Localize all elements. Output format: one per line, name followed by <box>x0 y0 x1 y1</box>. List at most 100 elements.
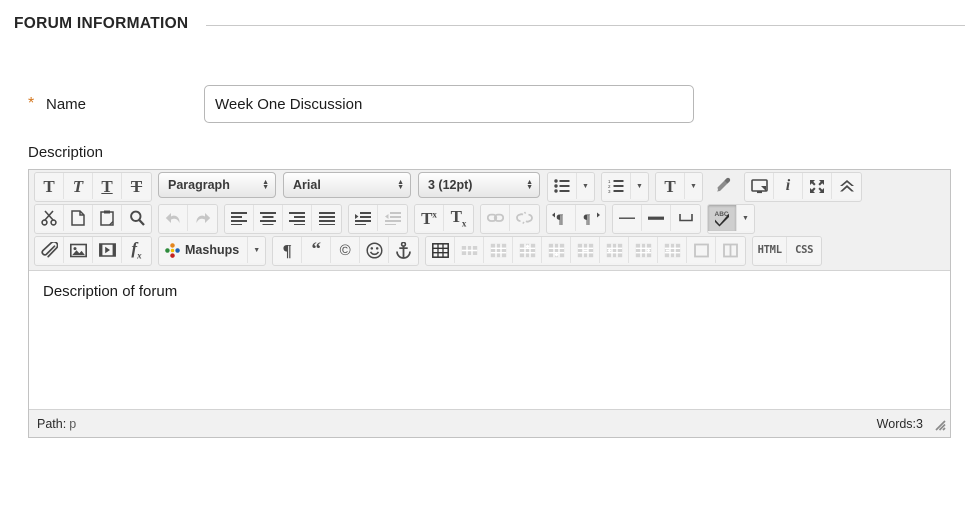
font-family-value: Arial <box>293 178 329 192</box>
word-count: Words:3 <box>877 417 932 431</box>
insert-media-button[interactable] <box>93 237 122 263</box>
element-path: Path:p <box>37 417 76 431</box>
subscript-button[interactable]: Tx <box>444 205 473 231</box>
spellcheck-button[interactable]: ABC <box>708 205 737 231</box>
resize-grip-handle[interactable] <box>932 417 946 431</box>
mashups-options-button[interactable]: ▼ <box>248 237 265 263</box>
chevron-down-icon: ▼ <box>742 215 749 222</box>
ordered-list-options-button[interactable]: ▼ <box>631 173 648 199</box>
highlighter-icon <box>715 177 733 193</box>
svg-text:¶: ¶ <box>556 213 564 226</box>
anchor-button[interactable] <box>389 237 418 263</box>
quote-icon: “ <box>311 245 321 255</box>
delete-row-button[interactable] <box>571 237 600 263</box>
superscript-button[interactable]: Tx <box>415 205 444 231</box>
strikethrough-button[interactable]: T <box>122 173 151 199</box>
show-blocks-button[interactable]: ¶ <box>273 237 302 263</box>
italic-button[interactable]: T <box>64 173 93 199</box>
paste-button[interactable] <box>93 205 122 231</box>
info-icon: i <box>786 178 790 194</box>
preview-screen-button[interactable] <box>745 173 774 199</box>
insert-row-before-button[interactable] <box>513 237 542 263</box>
undo-button[interactable] <box>159 205 188 231</box>
rtl-paragraph-button[interactable]: ¶ <box>576 205 605 231</box>
underline-icon: T <box>101 178 112 195</box>
highlighter-button[interactable] <box>709 172 738 198</box>
copyright-button[interactable]: © <box>331 237 360 263</box>
emoticon-button[interactable] <box>360 237 389 263</box>
path-label: Path: <box>37 417 66 431</box>
css-source-button[interactable]: CSS <box>787 237 821 263</box>
blockquote-button[interactable]: “ <box>302 237 331 263</box>
collapse-toolbar-button[interactable] <box>832 173 861 199</box>
indent-button[interactable] <box>349 205 378 231</box>
text-color-button[interactable]: T <box>656 173 685 199</box>
horizontal-rule-thick-button[interactable] <box>642 205 671 231</box>
mashups-label: Mashups <box>185 243 239 257</box>
delete-column-button[interactable] <box>658 237 687 263</box>
info-button[interactable]: i <box>774 173 803 199</box>
outdent-button[interactable] <box>378 205 407 231</box>
formula-fx-icon: fx <box>131 240 141 260</box>
ltr-paragraph-button[interactable]: ¶ <box>547 205 576 231</box>
status-right-group: Words:3 <box>877 417 946 431</box>
merge-cells-button[interactable] <box>687 237 716 263</box>
chevron-down-icon: ▼ <box>253 247 260 254</box>
insert-link-button[interactable] <box>481 205 510 231</box>
superscript-icon: Tx <box>421 210 437 227</box>
insert-image-button[interactable] <box>64 237 93 263</box>
block-format-value: Paragraph <box>168 178 238 192</box>
description-label: Description <box>0 144 979 161</box>
split-cells-button[interactable] <box>716 237 745 263</box>
chevron-down-icon: ▼ <box>690 183 697 190</box>
html-source-button[interactable]: HTML <box>753 237 787 263</box>
ordered-list-button[interactable]: 1 2 3 <box>602 173 631 199</box>
insert-row-after-icon <box>548 243 565 258</box>
mashups-button[interactable]: Mashups <box>159 237 248 263</box>
path-value[interactable]: p <box>66 417 76 431</box>
ordered-list-group: 1 2 3 ▼ <box>601 172 649 202</box>
table-group <box>425 236 746 266</box>
insert-table-button[interactable] <box>426 237 455 263</box>
horizontal-rule-thin-button[interactable] <box>613 205 642 231</box>
copy-button[interactable] <box>64 205 93 231</box>
align-center-button[interactable] <box>254 205 283 231</box>
insert-row-after-button[interactable] <box>542 237 571 263</box>
insert-formula-button[interactable]: fx <box>122 237 151 263</box>
find-replace-button[interactable] <box>122 205 151 231</box>
font-size-value: 3 (12pt) <box>428 178 480 192</box>
spellcheck-options-button[interactable]: ▼ <box>737 205 754 231</box>
expand-fullscreen-button[interactable] <box>803 173 832 199</box>
unordered-list-options-button[interactable]: ▼ <box>577 173 594 199</box>
bold-button[interactable]: T <box>35 173 64 199</box>
align-left-icon <box>231 212 247 225</box>
number-list-icon: 1 2 3 <box>608 179 624 193</box>
align-right-button[interactable] <box>283 205 312 231</box>
editor-content-area[interactable]: Description of forum <box>29 271 950 409</box>
align-left-button[interactable] <box>225 205 254 231</box>
table-cell-properties-button[interactable] <box>484 237 513 263</box>
cut-button[interactable] <box>35 205 64 231</box>
copy-page-icon <box>71 210 85 226</box>
spellcheck-group: ABC ▼ <box>707 204 755 234</box>
block-format-select[interactable]: Paragraph ▲▼ <box>158 172 276 198</box>
text-color-options-button[interactable]: ▼ <box>685 173 702 199</box>
nonbreaking-space-button[interactable] <box>671 205 700 231</box>
font-family-select[interactable]: Arial ▲▼ <box>283 172 411 198</box>
unordered-list-button[interactable] <box>548 173 577 199</box>
align-justify-button[interactable] <box>312 205 341 231</box>
chevron-down-icon: ▼ <box>582 183 589 190</box>
table-icon <box>432 243 449 258</box>
remove-link-button[interactable] <box>510 205 539 231</box>
name-input[interactable] <box>204 85 694 123</box>
attach-file-button[interactable] <box>35 237 64 263</box>
double-chevron-up-icon <box>839 179 855 193</box>
redo-button[interactable] <box>188 205 217 231</box>
insert-column-after-button[interactable] <box>629 237 658 263</box>
table-row-properties-button[interactable] <box>455 237 484 263</box>
spinner-arrows-icon: ▲▼ <box>526 180 533 190</box>
underline-button[interactable]: T <box>93 173 122 199</box>
font-size-select[interactable]: 3 (12pt) ▲▼ <box>418 172 540 198</box>
undo-arrow-icon <box>165 211 182 225</box>
insert-column-before-button[interactable] <box>600 237 629 263</box>
